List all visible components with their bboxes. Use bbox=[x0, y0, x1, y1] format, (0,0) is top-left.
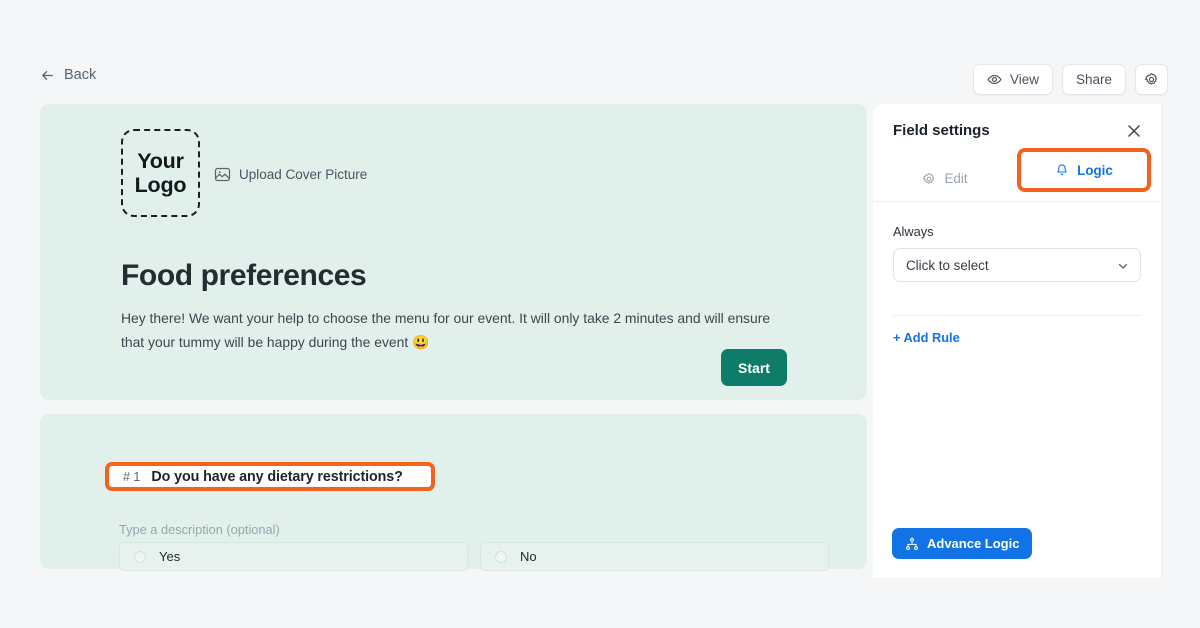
form-canvas: Your Logo Upload Cover Picture Food pref… bbox=[40, 104, 867, 571]
question-title: Do you have any dietary restrictions? bbox=[151, 468, 403, 485]
condition-label: Always bbox=[893, 224, 934, 239]
close-icon[interactable] bbox=[1125, 122, 1143, 140]
topbar-actions: View Share bbox=[972, 64, 1168, 95]
app-root: Back View Share Your Logo Upload Cover P… bbox=[0, 0, 1200, 628]
question-description-input[interactable]: Type a description (optional) bbox=[119, 522, 280, 537]
form-description[interactable]: Hey there! We want your help to choose t… bbox=[121, 307, 776, 355]
top-bar: Back View Share bbox=[0, 0, 1200, 104]
settings-button[interactable] bbox=[1135, 64, 1168, 95]
logo-placeholder[interactable]: Your Logo bbox=[121, 129, 200, 217]
condition-select-value: Click to select bbox=[906, 257, 989, 273]
add-rule-button[interactable]: + Add Rule bbox=[893, 330, 960, 345]
view-label: View bbox=[1009, 72, 1039, 87]
tab-logic[interactable]: Logic bbox=[1017, 148, 1151, 192]
logo-line-1: Your bbox=[137, 148, 184, 173]
panel-tabs: Edit Logic bbox=[873, 148, 1161, 202]
share-label: Share bbox=[1075, 72, 1112, 87]
hierarchy-icon bbox=[906, 537, 918, 550]
back-button[interactable]: Back bbox=[40, 67, 96, 83]
question-card: # 1 Do you have any dietary restrictions… bbox=[40, 414, 867, 571]
back-label: Back bbox=[64, 67, 97, 83]
start-button[interactable]: Start bbox=[721, 349, 787, 386]
eye-icon bbox=[987, 74, 1002, 85]
advance-logic-label: Advance Logic bbox=[927, 536, 1020, 551]
tab-edit-label: Edit bbox=[944, 171, 968, 186]
question-number: # 1 bbox=[123, 469, 141, 484]
radio-icon bbox=[134, 550, 146, 563]
upload-cover-picture-button[interactable]: Upload Cover Picture bbox=[214, 166, 367, 183]
tab-edit[interactable]: Edit bbox=[873, 156, 1017, 201]
welcome-card: Your Logo Upload Cover Picture Food pref… bbox=[40, 104, 867, 400]
condition-select[interactable]: Click to select bbox=[893, 248, 1141, 282]
gear-icon bbox=[923, 172, 935, 184]
form-title[interactable]: Food preferences bbox=[121, 259, 367, 293]
radio-icon bbox=[495, 550, 507, 563]
question-options: Yes No bbox=[119, 542, 829, 571]
upload-cover-picture-label: Upload Cover Picture bbox=[239, 166, 368, 182]
arrow-left-icon bbox=[42, 70, 53, 80]
option-label: No bbox=[520, 549, 537, 564]
view-button[interactable]: View bbox=[972, 64, 1053, 95]
advance-logic-button[interactable]: Advance Logic bbox=[892, 528, 1033, 559]
bell-icon bbox=[1057, 164, 1067, 176]
gear-icon bbox=[1144, 72, 1158, 85]
option-no[interactable]: No bbox=[480, 542, 829, 571]
chevron-down-icon bbox=[1118, 263, 1128, 269]
option-yes[interactable]: Yes bbox=[119, 542, 468, 571]
logo-line-2: Logo bbox=[134, 173, 187, 197]
panel-divider bbox=[893, 315, 1141, 316]
panel-body: Always Click to select + Add Rule bbox=[873, 202, 1161, 347]
field-settings-panel: Field settings Edit Logic Always Click t… bbox=[873, 104, 1162, 578]
share-button[interactable]: Share bbox=[1061, 64, 1126, 95]
panel-title: Field settings bbox=[893, 121, 990, 139]
logo-row: Your Logo Upload Cover Picture bbox=[121, 129, 367, 217]
option-label: Yes bbox=[159, 549, 181, 564]
tab-logic-label: Logic bbox=[1077, 162, 1113, 178]
image-icon bbox=[214, 167, 231, 181]
question-title-highlighted[interactable]: # 1 Do you have any dietary restrictions… bbox=[105, 462, 435, 491]
